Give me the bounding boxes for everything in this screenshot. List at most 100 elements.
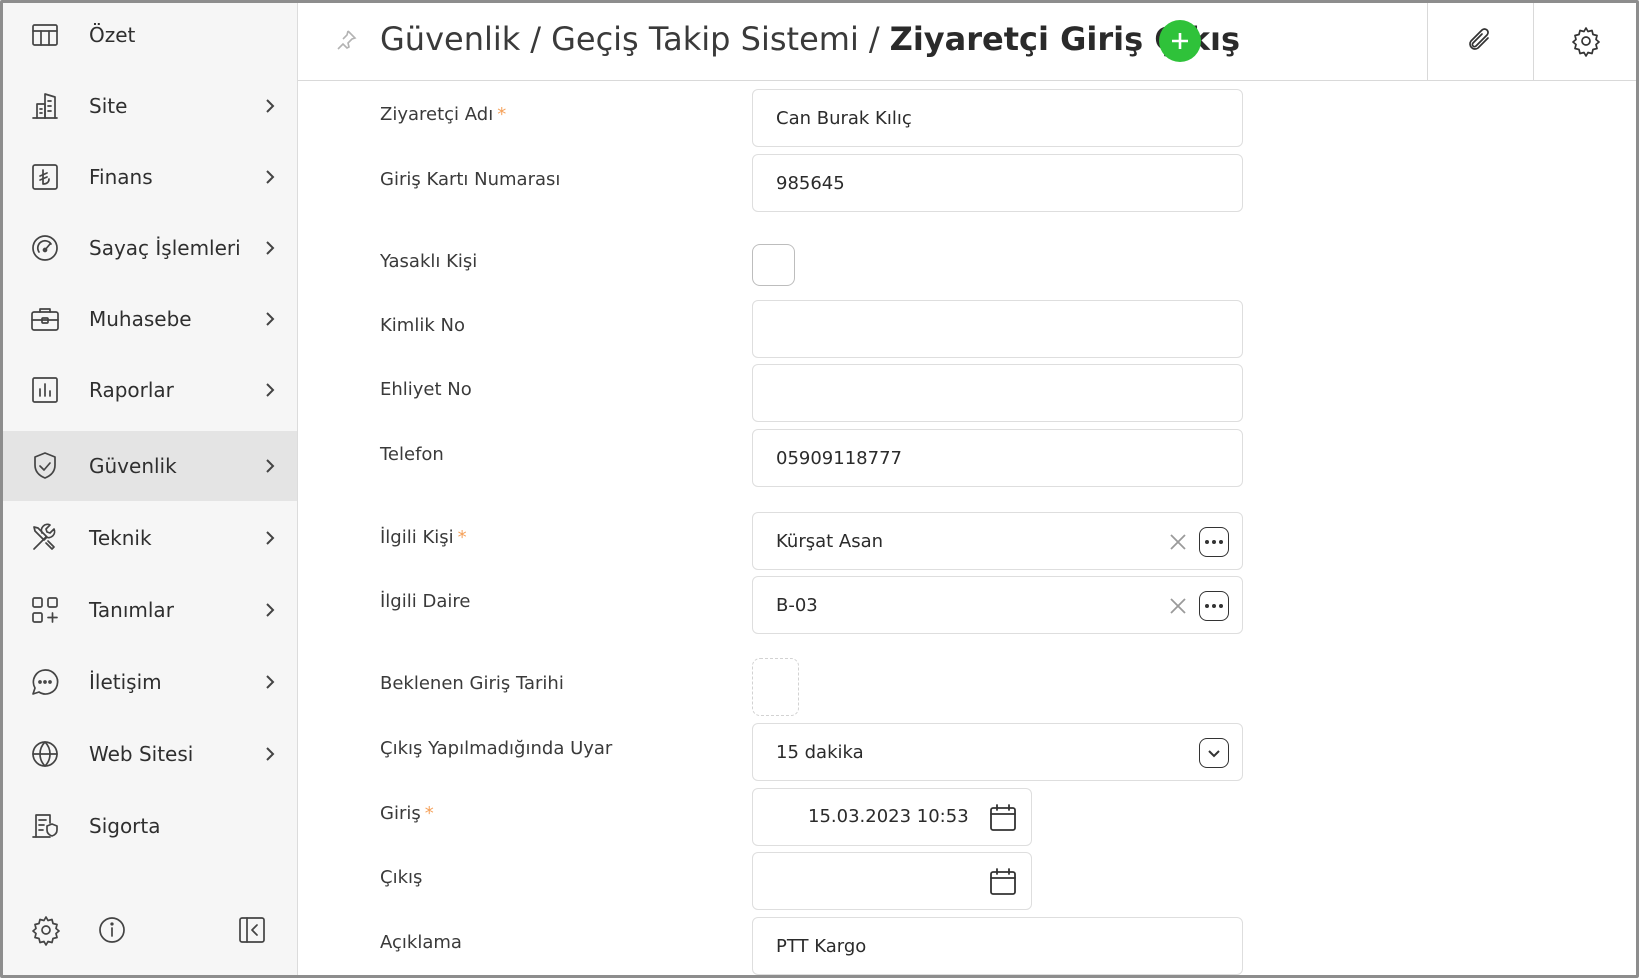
input-value: B-03: [776, 594, 818, 616]
chevron-right-icon: [262, 746, 278, 762]
giris-label: Giriş *: [380, 803, 434, 824]
ilgili-kisi-label: İlgili Kişi *: [380, 527, 467, 548]
sidebar-item-label: Site: [89, 94, 128, 118]
cikis-uyar-select[interactable]: 15 dakika: [752, 723, 1243, 781]
chevron-right-icon: [262, 382, 278, 398]
calendar-icon[interactable]: [987, 802, 1019, 834]
sidebar-item-label: Tanımlar: [89, 598, 174, 622]
giris-datetime-input[interactable]: 15.03.2023 10:53: [752, 788, 1032, 846]
sidebar-item-label: Web Sitesi: [89, 742, 194, 766]
breadcrumb-gecis-takip[interactable]: Geçiş Takip Sistemi: [551, 20, 859, 58]
input-value: PTT Kargo: [776, 935, 867, 957]
sidebar-item-ozet[interactable]: Özet: [0, 0, 297, 70]
gauge-icon: [28, 231, 62, 265]
globe-icon: [28, 737, 62, 771]
sidebar-item-muhasebe[interactable]: Muhasebe: [0, 284, 297, 354]
ehliyet-no-input[interactable]: [752, 364, 1243, 422]
sidebar-item-site[interactable]: Site: [0, 71, 297, 141]
input-value: 15.03.2023 10:53: [808, 806, 969, 827]
giris-karti-input[interactable]: 985645: [752, 154, 1243, 212]
required-mark: *: [424, 803, 434, 824]
lookup-button[interactable]: [1199, 591, 1229, 621]
chevron-right-icon: [262, 530, 278, 546]
ziyaretci-adi-label: Ziyaretçi Adı *: [380, 104, 506, 125]
sidebar-item-label: Özet: [89, 23, 136, 47]
tools-icon: [28, 521, 62, 555]
input-value: 05909118777: [776, 447, 902, 469]
input-value: Kürşat Asan: [776, 530, 884, 552]
sidebar: Özet Site Finans Sayaç İşlemleri Muhaseb…: [0, 0, 298, 978]
settings-button[interactable]: [28, 912, 64, 948]
buildings-icon: [28, 89, 62, 123]
pin-icon[interactable]: [334, 28, 358, 52]
sidebar-item-web-sitesi[interactable]: Web Sitesi: [0, 719, 297, 789]
bar-chart-icon: [28, 373, 62, 407]
ilgili-kisi-input[interactable]: Kürşat Asan: [752, 512, 1243, 570]
beklenen-giris-checkbox[interactable]: [752, 658, 799, 716]
chevron-right-icon: [262, 98, 278, 114]
ziyaretci-adi-input[interactable]: Can Burak Kılıç: [752, 89, 1243, 147]
sidebar-item-label: İletişim: [89, 670, 162, 694]
sidebar-item-iletisim[interactable]: İletişim: [0, 647, 297, 717]
sidebar-item-label: Muhasebe: [89, 307, 192, 331]
sidebar-item-label: Finans: [89, 165, 153, 189]
calendar-icon[interactable]: [987, 866, 1019, 898]
required-mark: *: [497, 104, 507, 125]
ilgili-daire-label: İlgili Daire: [380, 591, 471, 612]
kimlik-no-label: Kimlik No: [380, 315, 465, 336]
info-icon: [99, 917, 125, 943]
sidebar-item-raporlar[interactable]: Raporlar: [0, 355, 297, 425]
sidebar-item-label: Sigorta: [89, 814, 161, 838]
label-text: Giriş: [380, 803, 421, 824]
table-icon: [28, 18, 62, 52]
chevron-down-icon[interactable]: [1199, 738, 1229, 768]
settings-header-button[interactable]: [1533, 0, 1637, 81]
clear-icon[interactable]: [1168, 532, 1188, 552]
label-text: İlgili Kişi: [380, 527, 454, 548]
aciklama-input[interactable]: PTT Kargo: [752, 917, 1243, 975]
input-value: 15 dakika: [776, 741, 864, 763]
cikis-datetime-input[interactable]: [752, 852, 1032, 910]
sidebar-item-label: Güvenlik: [89, 454, 177, 478]
beklenen-giris-label: Beklenen Giriş Tarihi: [380, 673, 564, 694]
breadcrumb-guvenlik[interactable]: Güvenlik: [380, 20, 520, 58]
ilgili-daire-input[interactable]: B-03: [752, 576, 1243, 634]
input-value: 985645: [776, 172, 845, 194]
sidebar-item-tanimlar[interactable]: Tanımlar: [0, 575, 297, 645]
sidebar-item-label: Sayaç İşlemleri: [89, 236, 241, 260]
collapse-sidebar-button[interactable]: [234, 912, 270, 948]
sidebar-item-label: Teknik: [89, 526, 152, 550]
collapse-sidebar-icon: [239, 917, 265, 943]
chat-icon: [28, 665, 62, 699]
sidebar-item-label: Raporlar: [89, 378, 174, 402]
add-button[interactable]: [1159, 20, 1201, 62]
clear-icon[interactable]: [1168, 596, 1188, 616]
cikis-label: Çıkış: [380, 867, 423, 888]
briefcase-icon: [28, 302, 62, 336]
cikis-uyar-label: Çıkış Yapılmadığında Uyar: [380, 738, 613, 759]
chevron-right-icon: [262, 240, 278, 256]
sidebar-item-sigorta[interactable]: Sigorta: [0, 791, 297, 861]
sidebar-item-finans[interactable]: Finans: [0, 142, 297, 212]
chevron-right-icon: [262, 169, 278, 185]
required-mark: *: [457, 527, 467, 548]
lira-icon: [28, 160, 62, 194]
sidebar-item-sayac-islemleri[interactable]: Sayaç İşlemleri: [0, 213, 297, 283]
grid-plus-icon: [28, 593, 62, 627]
chevron-right-icon: [262, 458, 278, 474]
shield-check-icon: [28, 449, 62, 483]
gear-icon: [1571, 26, 1600, 57]
lookup-button[interactable]: [1199, 527, 1229, 557]
attachment-button[interactable]: [1427, 0, 1531, 81]
chevron-right-icon: [262, 674, 278, 690]
info-button[interactable]: [94, 912, 130, 948]
yasakli-kisi-label: Yasaklı Kişi: [380, 251, 478, 272]
sidebar-item-guvenlik[interactable]: Güvenlik: [0, 431, 297, 501]
sidebar-item-teknik[interactable]: Teknik: [0, 503, 297, 573]
ehliyet-no-label: Ehliyet No: [380, 379, 472, 400]
yasakli-kisi-checkbox[interactable]: [752, 244, 795, 286]
kimlik-no-input[interactable]: [752, 300, 1243, 358]
chevron-right-icon: [262, 602, 278, 618]
telefon-input[interactable]: 05909118777: [752, 429, 1243, 487]
insurance-icon: [28, 809, 62, 843]
